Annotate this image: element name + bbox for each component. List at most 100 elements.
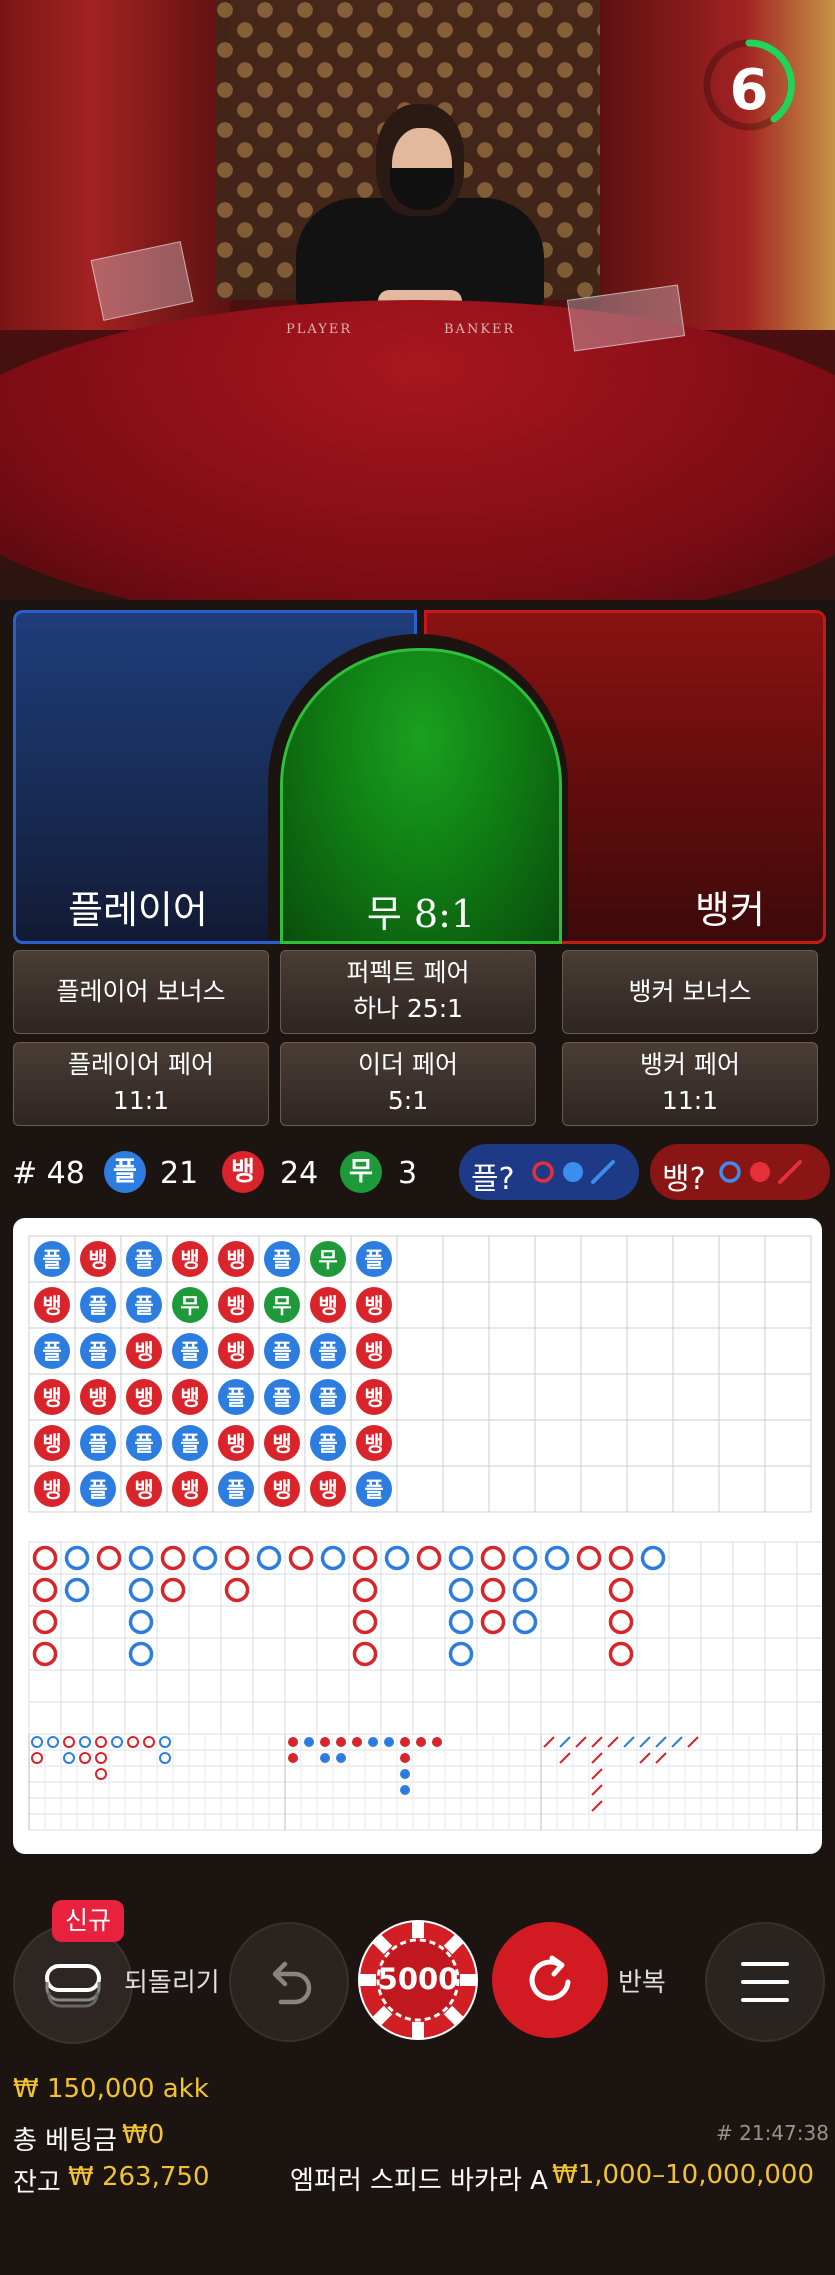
- small-road-mark: [432, 1737, 442, 1747]
- bead-label: 플: [272, 1248, 291, 1272]
- side-bet-either-pair[interactable]: 이더 페어 5:1: [280, 1042, 536, 1126]
- big-eye-mark: [95, 1752, 107, 1764]
- big-road-mark: [512, 1577, 538, 1603]
- big-eye-mark: [63, 1752, 75, 1764]
- bead-label: 뱅: [42, 1386, 61, 1410]
- side-bet-perfect-pair[interactable]: 퍼펙트 페어 하나 25:1: [280, 950, 536, 1034]
- bead-label: 뱅: [226, 1294, 245, 1318]
- bead-label: 플: [272, 1340, 291, 1364]
- big-road-mark: [352, 1577, 378, 1603]
- table-limits: ₩1,000–10,000,000: [552, 2160, 815, 2190]
- bead-label: 뱅: [318, 1294, 337, 1318]
- bead-label: 뱅: [364, 1340, 383, 1364]
- bead-label: 무: [180, 1294, 199, 1318]
- scoreboard[interactable]: 플뱅플뱅뱅플무플뱅플플무뱅무뱅뱅플플뱅플뱅플플뱅뱅뱅뱅뱅플플플뱅뱅플플플뱅뱅플뱅…: [13, 1218, 822, 1854]
- new-badge: 신규: [52, 1900, 124, 1942]
- tie-zone-label: 무 8:1: [366, 892, 476, 936]
- big-eye-mark: [31, 1752, 43, 1764]
- big-road-mark: [480, 1577, 506, 1603]
- predict-road-icons: [719, 1160, 802, 1184]
- cockroach-mark: [655, 1752, 667, 1764]
- bead-label: 뱅: [180, 1478, 199, 1502]
- bead-label: 플: [88, 1294, 107, 1318]
- balance-value: ₩ 263,750: [68, 2162, 210, 2192]
- bet-zone-tie[interactable]: 무 8:1: [280, 648, 562, 944]
- cockroach-mark: [607, 1736, 619, 1748]
- side-bet-player-pair[interactable]: 플레이어 페어 11:1: [13, 1042, 269, 1126]
- small-road-mark: [384, 1737, 394, 1747]
- side-bet-banker-pair[interactable]: 뱅커 페어 11:1: [562, 1042, 818, 1126]
- bead-label: 뱅: [134, 1386, 153, 1410]
- cockroach-mark: [623, 1736, 635, 1748]
- big-road-mark: [128, 1641, 154, 1667]
- small-road-mark: [400, 1753, 410, 1763]
- cockroach-mark: [655, 1736, 667, 1748]
- side-bet-banker-bonus[interactable]: 뱅커 보너스: [562, 950, 818, 1034]
- cockroach-mark: [591, 1800, 603, 1812]
- cockroach-mark: [559, 1752, 571, 1764]
- undo-label: 되돌리기: [124, 1968, 220, 1998]
- big-road-mark: [640, 1545, 666, 1571]
- side-bet-player-bonus[interactable]: 플레이어 보너스: [13, 950, 269, 1034]
- table-text-player: PLAYER: [286, 322, 353, 337]
- bead-label: 플: [88, 1478, 107, 1502]
- bead-label: 플: [180, 1340, 199, 1364]
- player-win-icon: 플: [104, 1151, 146, 1193]
- cockroach-mark: [687, 1736, 699, 1748]
- bead-label: 플: [226, 1478, 245, 1502]
- balance-label: 잔고: [13, 2168, 61, 2198]
- small-road-mark: [368, 1737, 378, 1747]
- chip-selector[interactable]: 5000: [358, 1920, 478, 2040]
- big-road-mark: [448, 1641, 474, 1667]
- bead-label: 뱅: [318, 1478, 337, 1502]
- bead-label: 플: [364, 1478, 383, 1502]
- bead-label: 뱅: [364, 1386, 383, 1410]
- repeat-icon: [529, 1955, 571, 2001]
- big-road-mark: [384, 1545, 410, 1571]
- bead-label: 뱅: [364, 1294, 383, 1318]
- predict-road-icons: [532, 1160, 615, 1184]
- big-road-mark: [320, 1545, 346, 1571]
- player-predict-button[interactable]: 플?: [459, 1144, 639, 1200]
- bead-label: 플: [42, 1340, 61, 1364]
- banker-predict-button[interactable]: 뱅?: [650, 1144, 830, 1200]
- cockroach-mark: [543, 1736, 555, 1748]
- big-eye-mark: [127, 1736, 139, 1748]
- road-maps: 플 뱅 플 뱅 뱅 플 무 플뱅 플 플 무 뱅 무 뱅 뱅플 플 뱅 플 뱅 플 플 뱅뱅 뱅 뱅 뱅 플 플 플 뱅뱅 플 플 플 뱅 뱅 플 뱅…: [28, 1235, 822, 1831]
- round-number: # 48: [12, 1156, 85, 1191]
- bead-label: 뱅: [272, 1432, 291, 1456]
- bet-line: ₩ 150,000 akk: [13, 2074, 209, 2104]
- big-road-mark: [64, 1577, 90, 1603]
- repeat-button[interactable]: [492, 1922, 608, 2038]
- big-road-mark: [512, 1545, 538, 1571]
- cockroach-mark: [575, 1736, 587, 1748]
- bead-label: 플: [318, 1386, 337, 1410]
- bead-label: 플: [134, 1248, 153, 1272]
- repeat-label: 반복: [618, 1968, 666, 1998]
- big-road-mark: [128, 1577, 154, 1603]
- cockroach-mark: [559, 1736, 571, 1748]
- big-road-mark: [448, 1609, 474, 1635]
- big-eye-mark: [63, 1736, 75, 1748]
- undo-button[interactable]: [229, 1922, 349, 2042]
- cockroach-mark: [639, 1752, 651, 1764]
- cockroach-mark: [591, 1784, 603, 1796]
- small-road-mark: [288, 1753, 298, 1763]
- big-road-mark: [608, 1641, 634, 1667]
- big-road-mark: [32, 1577, 58, 1603]
- bead-label: 플: [318, 1340, 337, 1364]
- bead-label: 뱅: [180, 1386, 199, 1410]
- big-eye-mark: [143, 1736, 155, 1748]
- big-eye-mark: [159, 1736, 171, 1748]
- big-road-mark: [64, 1545, 90, 1571]
- chip-stack-button[interactable]: [13, 1924, 133, 2044]
- baccarat-table: [0, 300, 835, 600]
- big-eye-mark: [79, 1736, 91, 1748]
- player-win-count: 21: [160, 1156, 199, 1191]
- small-road-mark: [304, 1737, 314, 1747]
- big-road-mark: [352, 1545, 378, 1571]
- big-road-mark: [32, 1545, 58, 1571]
- menu-button[interactable]: [705, 1922, 825, 2042]
- round-id: # 21:47:38: [716, 2121, 829, 2145]
- side-bet-label: 뱅커 보너스: [628, 977, 752, 1006]
